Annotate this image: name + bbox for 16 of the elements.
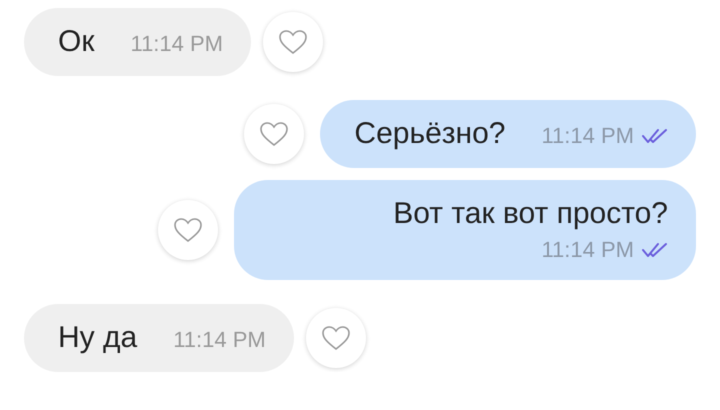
message-text: Ок [58,25,94,59]
heart-icon [320,325,351,351]
message-time: 11:14 PM [173,327,266,353]
like-button[interactable] [158,200,218,260]
message-time: 11:14 PM [541,123,634,149]
like-button[interactable] [244,104,304,164]
message-text: Вот так вот просто? [393,197,668,231]
like-button[interactable] [263,12,324,72]
message-text: Серьёзно? [354,117,506,151]
heart-icon [173,217,203,243]
like-button[interactable] [306,308,366,368]
message-time: 11:14 PM [130,31,224,57]
heart-icon [259,121,290,147]
message-text: Ну да [58,321,138,355]
message-time: 11:14 PM [541,237,634,263]
heart-icon [278,29,308,55]
